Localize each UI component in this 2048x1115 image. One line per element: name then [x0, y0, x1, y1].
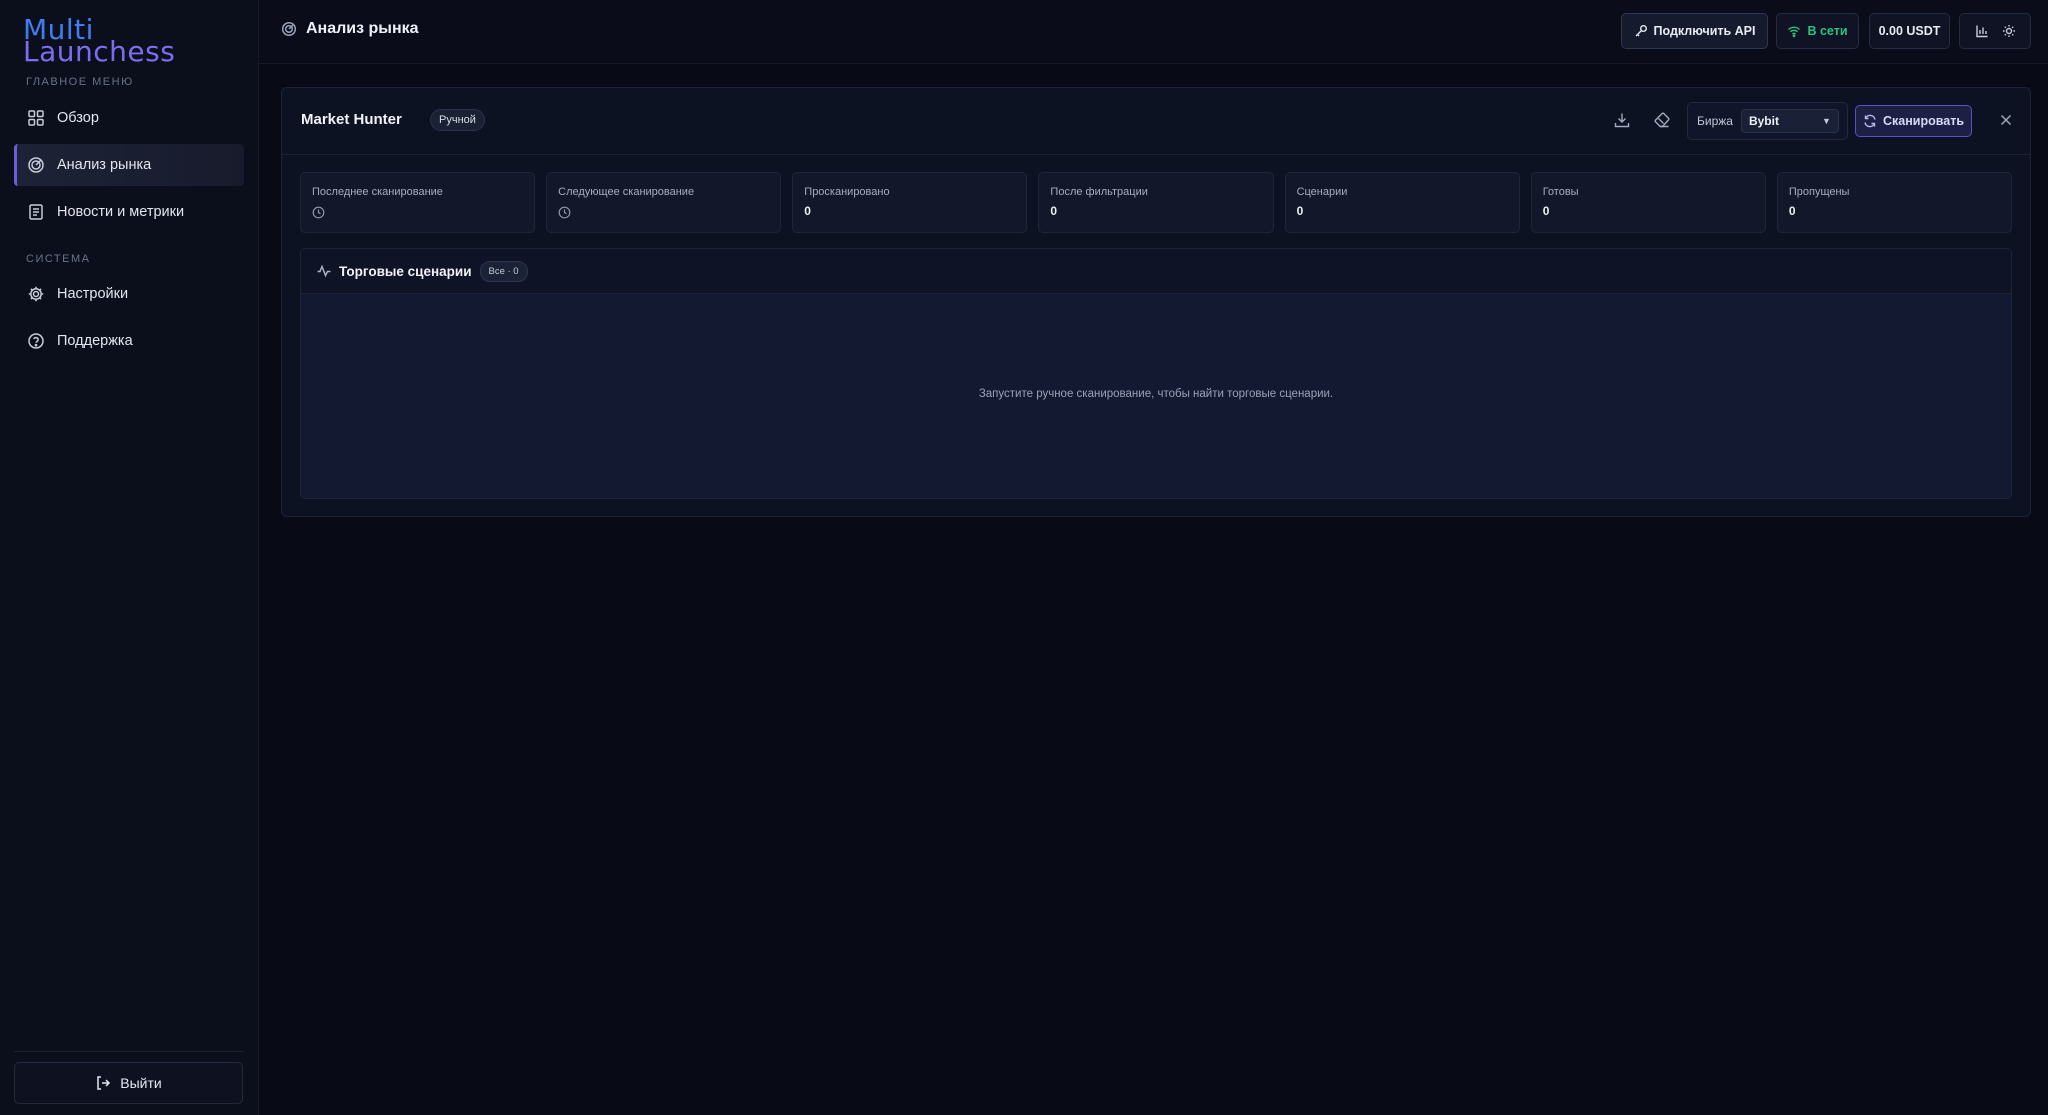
logout-icon: [95, 1075, 111, 1091]
stat-value: 0: [1050, 204, 1058, 218]
exchange-value: Bybit: [1748, 114, 1779, 128]
connect-api-button[interactable]: Подключить API: [1621, 13, 1768, 49]
sidebar-item-label: Настройки: [57, 286, 129, 302]
stat-label: Просканировано: [804, 186, 890, 198]
sidebar-item-label: Новости и метрики: [57, 204, 185, 220]
stat-ready: Готовы 0: [1530, 172, 1766, 233]
stat-label: Пропущены: [1788, 186, 1850, 198]
stat-label: После фильтрации: [1050, 186, 1148, 198]
radar-icon: [281, 21, 297, 37]
eraser-icon[interactable]: [1652, 110, 1672, 130]
balance-value: 0.00 USDT: [1878, 24, 1941, 38]
trade-scenarios-header: Торговые сценарии Все · 0: [301, 249, 2011, 294]
stat-value: [558, 204, 769, 219]
clock-icon: [312, 206, 325, 219]
stat-scenarios: Сценарии 0: [1284, 172, 1520, 233]
grid-icon: [27, 109, 45, 127]
brand-line2: Launchess: [23, 35, 176, 68]
online-status-label: В сети: [1807, 24, 1848, 38]
market-hunter-panel: Market Hunter Ручной Биржа Bybit ▼ Скани…: [281, 87, 2031, 517]
stat-skipped: Пропущены 0: [1776, 172, 2012, 233]
sidebar-item-overview[interactable]: Обзор: [14, 97, 244, 139]
trade-scenarios-section: Торговые сценарии Все · 0 Запустите ручн…: [300, 248, 2012, 499]
exchange-select[interactable]: Bybit ▼: [1740, 109, 1839, 133]
sun-icon[interactable]: [2002, 24, 2016, 38]
bar-chart-icon[interactable]: [1975, 24, 1989, 38]
stat-label: Последнее сканирование: [312, 186, 443, 198]
stat-value: 0: [1788, 204, 1796, 218]
stat-scanned: Просканировано 0: [792, 172, 1028, 233]
download-icon[interactable]: [1612, 110, 1632, 130]
page-title-text: Анализ рынка: [306, 20, 419, 37]
logout-button[interactable]: Выйти: [14, 1062, 243, 1104]
key-icon: [1634, 24, 1648, 38]
online-status: В сети: [1776, 13, 1859, 49]
radar-icon: [27, 156, 45, 174]
sidebar-item-settings[interactable]: Настройки: [14, 273, 244, 315]
stat-value: 0: [1296, 204, 1304, 218]
balance-display: 0.00 USDT: [1869, 13, 1950, 49]
stat-value: [312, 204, 523, 219]
stat-label: Готовы: [1542, 186, 1579, 198]
scan-button[interactable]: Сканировать: [1855, 105, 1972, 137]
sidebar-item-label: Анализ рынка: [57, 157, 152, 173]
sidebar-item-label: Обзор: [57, 110, 99, 126]
sidebar-item-market-analysis[interactable]: Анализ рынка: [14, 144, 244, 186]
sidebar-item-support[interactable]: Поддержка: [14, 320, 244, 362]
stat-after-filter: После фильтрации 0: [1038, 172, 1274, 233]
sidebar-divider: [14, 1051, 244, 1052]
panel-title: Market Hunter: [301, 111, 402, 128]
page-title: Анализ рынка: [281, 20, 419, 38]
sidebar-item-label: Поддержка: [57, 333, 133, 349]
stat-value: 0: [1542, 204, 1550, 218]
stat-value: 0: [804, 204, 811, 218]
sidebar: Multi Launchess ГЛАВНОЕ МЕНЮ Обзор Анали…: [0, 0, 259, 1115]
newspaper-icon: [27, 203, 45, 221]
scenarios-filter-badge[interactable]: Все · 0: [479, 260, 528, 282]
connect-api-label: Подключить API: [1653, 24, 1756, 38]
empty-state-text: Запустите ручное сканирование, чтобы най…: [978, 388, 1334, 400]
sidebar-item-news-metrics[interactable]: Новости и метрики: [14, 191, 244, 233]
app-root: Multi Launchess ГЛАВНОЕ МЕНЮ Обзор Анали…: [0, 0, 2048, 1115]
main-content: Анализ рынка Подключить API В сети 0.00 …: [259, 0, 2048, 1115]
stat-label: Следующее сканирование: [558, 186, 695, 198]
stats-row: Последнее сканирование Следующее сканиро…: [300, 172, 2012, 233]
stat-next-scan: Следующее сканирование: [546, 172, 782, 233]
help-circle-icon: [27, 332, 45, 350]
activity-icon: [316, 263, 332, 279]
topbar-icon-group: [1959, 13, 2031, 49]
mode-badge: Ручной: [430, 109, 485, 131]
stat-label: Сценарии: [1296, 186, 1348, 198]
gear-icon: [27, 285, 45, 303]
chevron-down-icon: ▼: [1822, 116, 1831, 126]
wifi-icon: [1787, 24, 1801, 38]
exchange-selector: Биржа Bybit ▼: [1687, 102, 1848, 140]
brand-logo[interactable]: Multi Launchess: [23, 16, 193, 68]
trade-scenarios-title: Торговые сценарии: [339, 263, 472, 279]
topbar: Анализ рынка Подключить API В сети 0.00 …: [259, 0, 2048, 64]
close-icon[interactable]: [1996, 110, 2016, 130]
system-label: СИСТЕМА: [26, 253, 91, 265]
main-menu-label: ГЛАВНОЕ МЕНЮ: [26, 76, 134, 88]
logout-label: Выйти: [120, 1075, 162, 1091]
scan-button-label: Сканировать: [1882, 114, 1965, 128]
panel-header: Market Hunter Ручной Биржа Bybit ▼ Скани…: [282, 88, 2030, 155]
clock-icon: [558, 206, 571, 219]
refresh-icon: [1863, 114, 1877, 128]
exchange-label: Биржа: [1697, 114, 1733, 128]
stat-last-scan: Последнее сканирование: [300, 172, 536, 233]
